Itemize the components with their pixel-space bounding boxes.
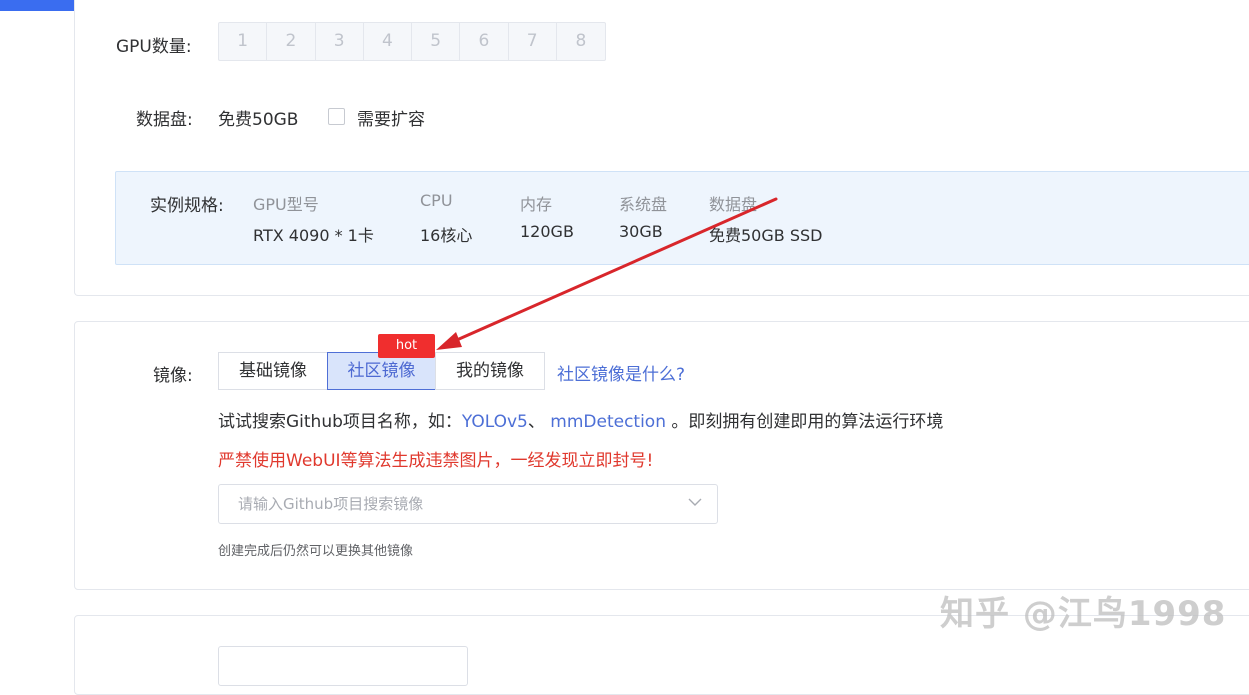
instance-spec-panel — [115, 171, 1249, 265]
search-hint-suffix: 。即刻拥有创建即用的算法运行环境 — [666, 412, 944, 432]
github-image-search-select[interactable] — [218, 484, 718, 524]
expand-disk-checkbox[interactable] — [328, 108, 345, 125]
github-image-search-input[interactable] — [219, 485, 669, 523]
spec-data-disk-head: 数据盘 — [709, 195, 758, 214]
spec-gpu-model-head: GPU型号 — [253, 195, 319, 214]
spec-system-disk-value: 30GB — [619, 222, 663, 241]
gpu-count-option[interactable]: 4 — [364, 23, 412, 60]
data-disk-label: 数据盘: — [136, 110, 193, 130]
tab-base-image[interactable]: 基础镜像 — [218, 352, 328, 390]
spec-system-disk-head: 系统盘 — [619, 195, 668, 214]
spec-data-disk-value: 免费50GB SSD — [709, 226, 823, 245]
search-hint-separator: 、 — [527, 412, 551, 432]
yolov5-link[interactable]: YOLOv5 — [462, 412, 528, 432]
search-hint-prefix: 试试搜索Github项目名称，如： — [218, 412, 462, 432]
hot-badge: hot — [378, 334, 435, 358]
mmdetection-link[interactable]: mmDetection — [550, 412, 666, 432]
gpu-count-option[interactable]: 5 — [412, 23, 461, 60]
image-label: 镜像: — [153, 366, 193, 386]
spec-memory-head: 内存 — [520, 195, 553, 214]
gpu-count-label: GPU数量: — [116, 37, 192, 57]
gpu-count-option[interactable]: 8 — [557, 23, 605, 60]
instance-spec-label: 实例规格: — [150, 196, 224, 216]
gpu-count-option[interactable]: 2 — [267, 23, 316, 60]
data-disk-free-value: 免费50GB — [218, 110, 299, 130]
spec-cpu-head: CPU — [420, 191, 453, 210]
spec-gpu-model-value: RTX 4090 * 1卡 — [253, 226, 374, 245]
prohibited-usage-warning: 严禁使用WebUI等算法生成违禁图片，一经发现立即封号! — [218, 451, 654, 471]
gpu-count-option[interactable]: 6 — [460, 23, 509, 60]
image-change-note: 创建完成后仍然可以更换其他镜像 — [218, 544, 414, 559]
expand-disk-label[interactable]: 需要扩容 — [357, 105, 425, 130]
next-config-input[interactable] — [218, 646, 468, 686]
spec-memory-value: 120GB — [520, 222, 574, 241]
what-is-community-image-link[interactable]: 社区镜像是什么? — [557, 360, 685, 385]
zhihu-watermark: 知乎 @江鸟1998 — [940, 594, 1227, 634]
chevron-down-icon[interactable] — [687, 494, 703, 510]
tab-my-image[interactable]: 我的镜像 — [435, 352, 545, 390]
gpu-count-selector: 1 2 3 4 5 6 7 8 — [218, 22, 606, 61]
gpu-count-option[interactable]: 1 — [219, 23, 268, 60]
gpu-count-option[interactable]: 3 — [316, 23, 364, 60]
search-hint: 试试搜索Github项目名称，如：YOLOv5、 mmDetection 。即刻… — [218, 407, 943, 432]
gpu-count-option[interactable]: 7 — [509, 23, 557, 60]
spec-cpu-value: 16核心 — [420, 226, 473, 245]
